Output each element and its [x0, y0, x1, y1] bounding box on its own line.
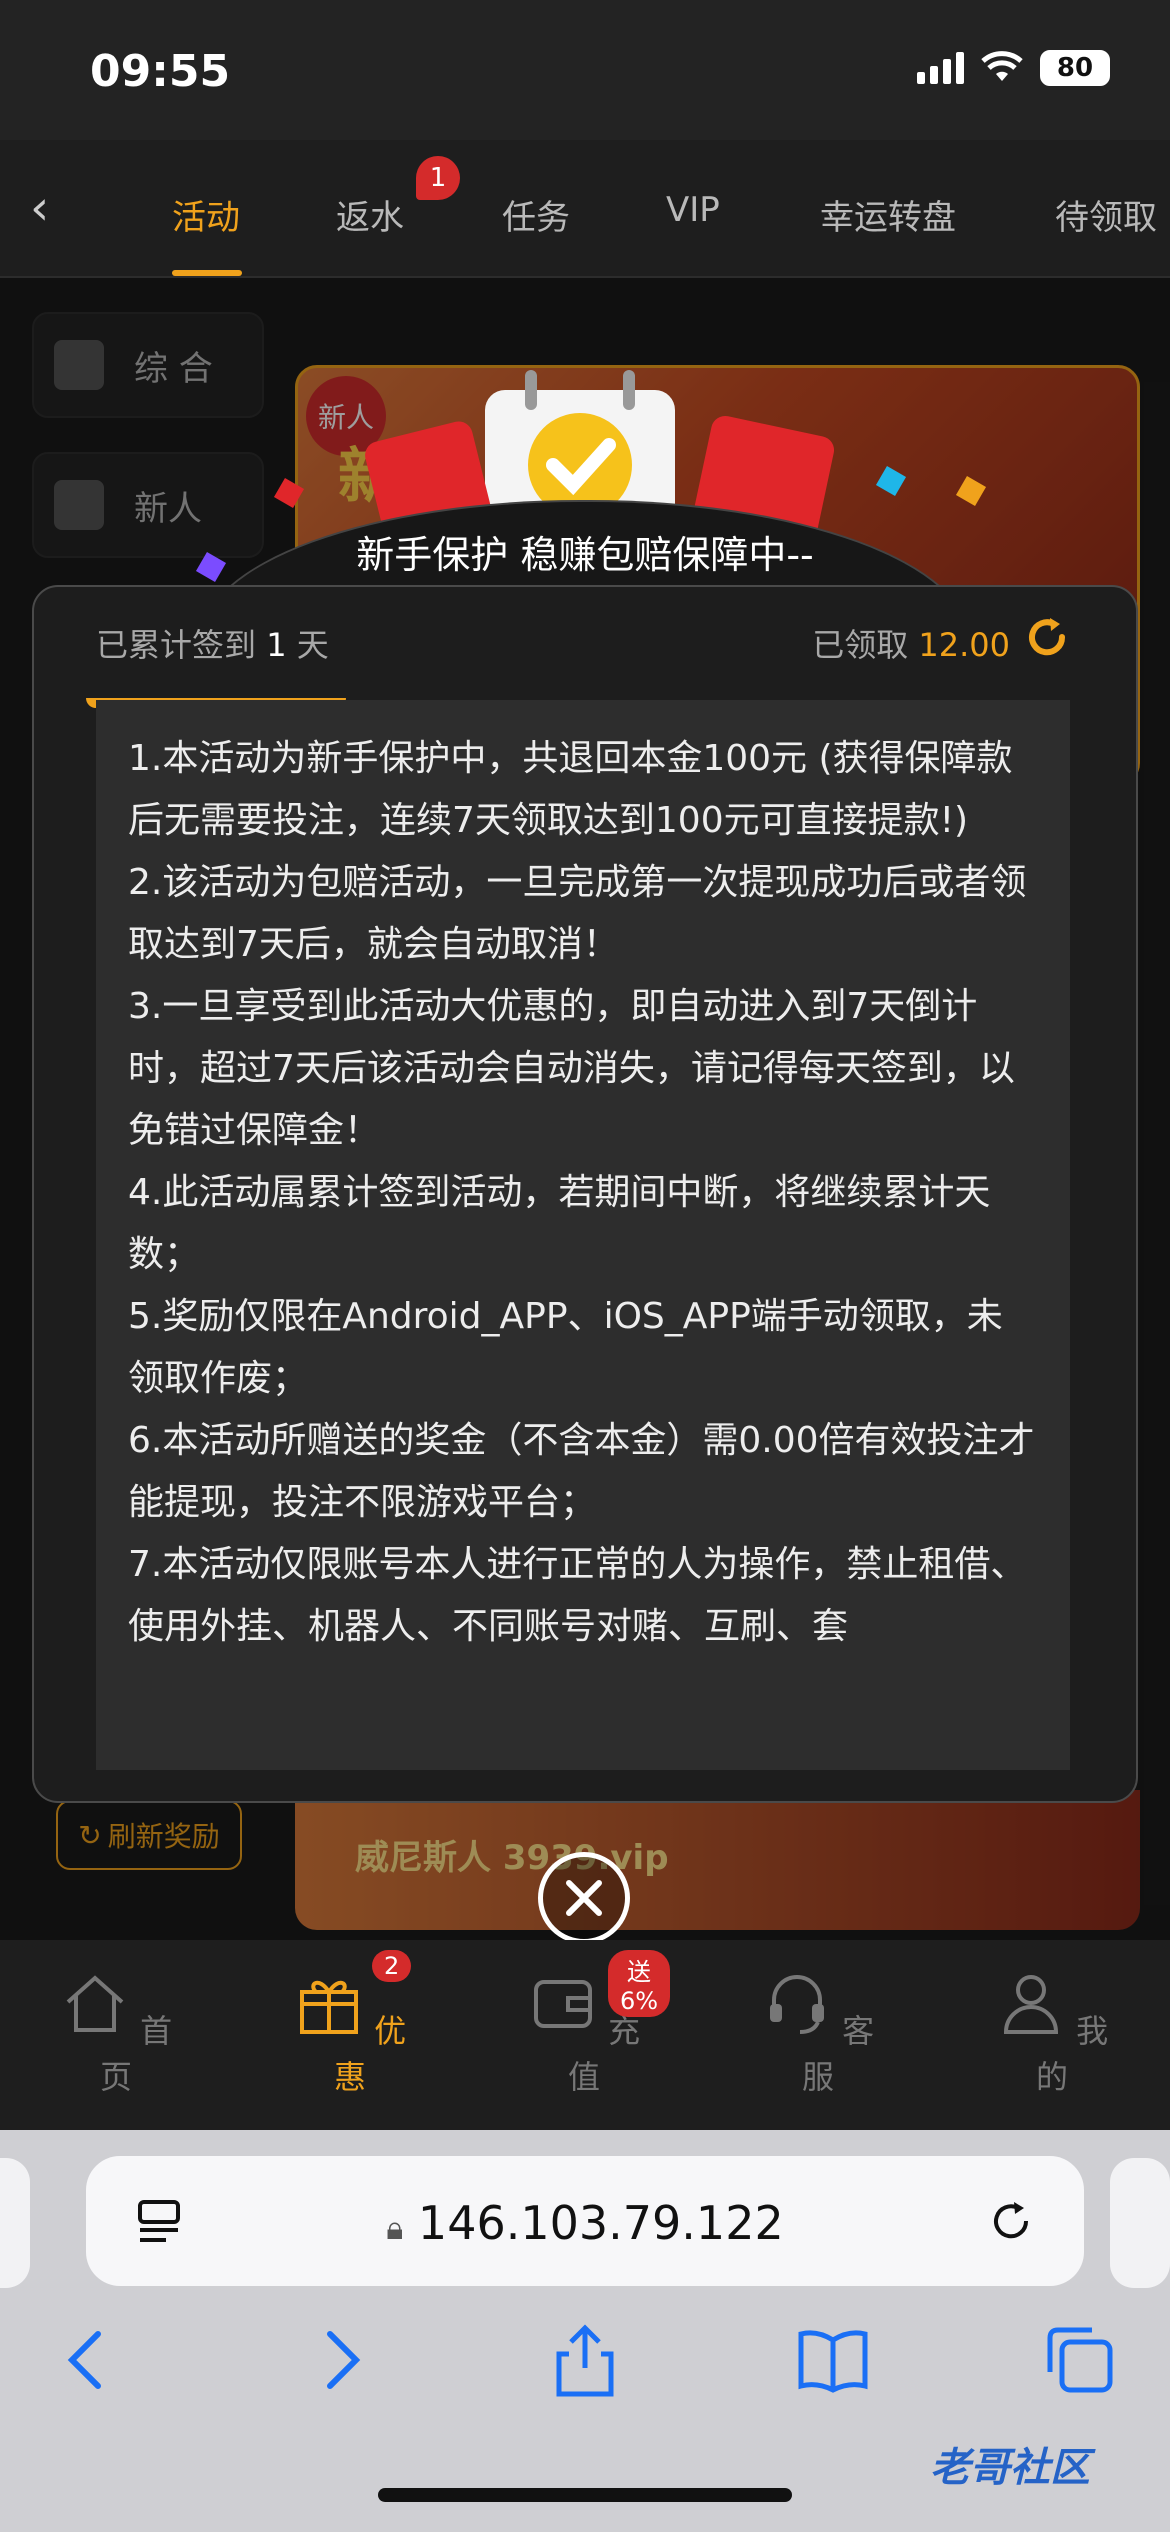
- wifi-icon: [981, 51, 1023, 81]
- modal-title: 新手保护 稳赚包赔保障中--: [356, 533, 814, 577]
- gift-icon: [299, 1980, 358, 2034]
- tab-rebate[interactable]: 返水: [336, 190, 404, 239]
- next-tab[interactable]: [1110, 2158, 1170, 2288]
- tabs-icon[interactable]: [1040, 2320, 1120, 2400]
- close-icon: [566, 1880, 602, 1916]
- rule-item: 5.奖励仅限在Android_APP、iOS_APP端手动领取，未领取作废；: [128, 1296, 1003, 1399]
- tab-activity[interactable]: 活动: [172, 190, 240, 239]
- bottom-nav: 首页 优惠 2 充值 送6% 客服 我的: [0, 1940, 1170, 2130]
- reload-icon[interactable]: [1024, 614, 1070, 660]
- rule-item: 6.本活动所赠送的奖金（不含本金）需0.00倍有效投注才能提现，投注不限游戏平台…: [128, 1420, 1035, 1523]
- tab-task[interactable]: 任务: [502, 190, 570, 239]
- rule-item: 1.本活动为新手保护中，共退回本金100元 (获得保障款后无需要投注，连续7天领…: [128, 738, 1013, 841]
- bookmarks-icon[interactable]: [793, 2320, 873, 2400]
- status-bar: 09:55 80: [0, 0, 1170, 140]
- rebate-badge: 1: [416, 156, 460, 200]
- reload-page-icon[interactable]: [988, 2198, 1034, 2244]
- back-chevron-icon[interactable]: ‹: [30, 180, 49, 236]
- home-icon: [66, 1975, 124, 2032]
- claimed-amount: 已领取 12.00: [812, 620, 1010, 666]
- battery-icon: 80: [1040, 50, 1110, 86]
- deposit-bonus-badge: 送6%: [608, 1950, 671, 2017]
- tab-pending[interactable]: 待领取: [1055, 190, 1157, 239]
- share-icon[interactable]: [545, 2320, 625, 2400]
- back-arrow-icon[interactable]: [48, 2320, 128, 2400]
- address-bar[interactable]: 🔒︎ 146.103.79.122: [86, 2156, 1084, 2286]
- watermark-logo: 老哥社区: [930, 2445, 1090, 2491]
- rule-item: 2.该活动为包赔活动，一旦完成第一次提现成功后或者领取达到7天后，就会自动取消！: [128, 862, 1027, 965]
- rule-item: 3.一旦享受到此活动大优惠的，即自动进入到7天倒计时，超过7天后该活动会自动消失…: [128, 986, 1015, 1151]
- nav-profile[interactable]: 我的: [982, 1970, 1122, 2098]
- headset-icon: [769, 1975, 824, 2034]
- rule-item: 7.本活动仅限账号本人进行正常的人为操作，禁止租借、使用外挂、机器人、不同账号对…: [128, 1544, 1027, 1647]
- tab-vip[interactable]: VIP: [666, 190, 720, 230]
- url-value: 146.103.79.122: [417, 2196, 784, 2250]
- status-time: 09:55: [90, 46, 231, 97]
- close-modal-button[interactable]: [538, 1852, 630, 1944]
- claimed-label: 已领取: [812, 626, 909, 664]
- wallet-icon: [533, 1980, 592, 2028]
- claimed-value: 12.00: [918, 626, 1010, 664]
- nav-home[interactable]: 首页: [46, 1970, 186, 2098]
- checkin-label: 已累计签到: [96, 626, 257, 664]
- lock-icon: 🔒︎: [386, 2209, 404, 2247]
- active-tab-indicator: [172, 270, 242, 276]
- nav-support[interactable]: 客服: [748, 1970, 888, 2098]
- nav-deposit[interactable]: 充值 送6%: [514, 1950, 671, 2098]
- user-icon: [1003, 1975, 1058, 2034]
- forward-arrow-icon[interactable]: [300, 2320, 380, 2400]
- home-indicator[interactable]: [378, 2488, 792, 2502]
- url-text: 🔒︎ 146.103.79.122: [86, 2196, 1084, 2250]
- tab-lucky-wheel[interactable]: 幸运转盘: [820, 190, 956, 239]
- checkin-value: 1: [266, 626, 287, 664]
- promotions-badge: 2: [372, 1950, 412, 1982]
- rules-text-box[interactable]: 1.本活动为新手保护中，共退回本金100元 (获得保障款后无需要投注，连续7天领…: [96, 700, 1070, 1770]
- checkin-days: 已累计签到 1 天: [96, 620, 329, 666]
- previous-tab[interactable]: [0, 2158, 30, 2288]
- rule-item: 4.此活动属累计签到活动，若期间中断，将继续累计天数；: [128, 1172, 991, 1275]
- status-icons: 80: [917, 50, 1110, 86]
- checkin-unit: 天: [296, 626, 329, 664]
- cellular-signal-icon: [917, 52, 964, 84]
- top-tab-bar: ‹ 活动 返水 任务 VIP 幸运转盘 待领取: [0, 140, 1170, 278]
- nav-promotions[interactable]: 优惠 2: [280, 1950, 420, 2098]
